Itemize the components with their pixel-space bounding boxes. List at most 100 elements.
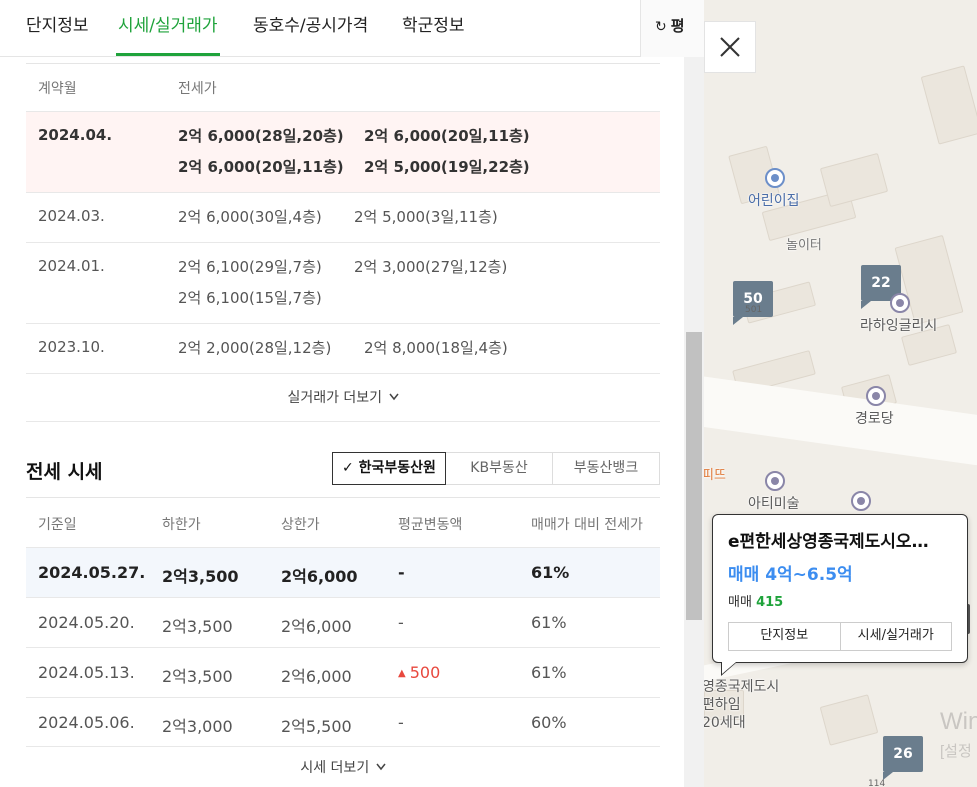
map-building bbox=[819, 152, 889, 208]
complex-label-line2: 편하임 bbox=[704, 697, 741, 713]
popup-count-value: 415 bbox=[756, 595, 784, 610]
contract-month: 2023.10. bbox=[38, 338, 105, 356]
table-row: 2024.05.20. 2억3,500 2억6,000 - 61% bbox=[26, 597, 660, 647]
pyeong-toggle-button[interactable]: ↻ 평 bbox=[640, 0, 704, 57]
low-price: 2억3,500 bbox=[162, 617, 233, 636]
header-base-date: 기준일 bbox=[38, 517, 77, 533]
source-tab-kab[interactable]: ✓ 한국부동산원 bbox=[332, 452, 446, 485]
more-transactions-label: 실거래가 더보기 bbox=[287, 390, 383, 406]
map-building bbox=[819, 694, 879, 746]
senior-center-poi-icon[interactable] bbox=[866, 386, 886, 406]
header-high-price: 상한가 bbox=[281, 517, 320, 533]
table-header: 계약월 전세가 bbox=[26, 63, 660, 111]
table-row: 2024.05.27. 2억3,500 2억6,000 - 61% bbox=[26, 547, 660, 597]
watermark-text: [설정 bbox=[940, 743, 972, 760]
popup-buttons: 단지정보 시세/실거래가 bbox=[728, 622, 952, 651]
header-avg-change: 평균변동액 bbox=[398, 517, 463, 533]
map-view[interactable]: 어린이집 놀이터 50 501 22 라하잉글리시 경로당 아티미술 피뜨 영종… bbox=[704, 0, 977, 787]
more-transactions-link[interactable]: 실거래가 더보기 bbox=[26, 373, 660, 422]
high-price: 2억6,000 bbox=[281, 617, 352, 636]
complex-label-line3: 20세대 bbox=[704, 715, 746, 731]
close-icon bbox=[720, 37, 740, 57]
section-title: 전세 시세 bbox=[26, 461, 103, 483]
daycare-poi-icon[interactable] bbox=[765, 168, 785, 188]
pyeong-label: 평 bbox=[670, 17, 685, 35]
low-price: 2억3,500 bbox=[162, 567, 239, 586]
tab-school-district[interactable]: 학군정보 bbox=[402, 0, 465, 56]
popup-price: 매매 4억~6.5억 bbox=[728, 565, 853, 585]
deal-entry: 2억 5,000(19일,22층) bbox=[364, 158, 530, 176]
high-price: 2억6,000 bbox=[281, 667, 352, 686]
refresh-icon: ↻ bbox=[655, 19, 667, 35]
popup-complex-info-button[interactable]: 단지정보 bbox=[729, 623, 840, 650]
deal-entry: 2억 6,000(30일,4층) bbox=[178, 208, 322, 226]
edge-label: 피뜨 bbox=[704, 468, 726, 483]
contract-month: 2024.03. bbox=[38, 207, 105, 225]
table-row: 2024.04. 2억 6,000(28일,20층) 2억 6,000(20일,… bbox=[26, 111, 660, 192]
tab-price-transactions[interactable]: 시세/실거래가 bbox=[116, 0, 220, 56]
chevron-down-icon bbox=[388, 393, 399, 401]
lahaing-label: 라하잉글리시 bbox=[860, 318, 938, 334]
price-ratio: 61% bbox=[531, 613, 567, 632]
deal-entry: 2억 6,100(15일,7층) bbox=[178, 289, 322, 307]
table-row: 2024.05.06. 2억3,000 2억5,500 - 60% bbox=[26, 697, 660, 747]
avg-change: - bbox=[398, 613, 404, 632]
deal-entry: 2억 8,000(18일,4층) bbox=[364, 339, 508, 357]
low-price: 2억3,000 bbox=[162, 717, 233, 736]
panel-scroll-area[interactable]: 계약월 전세가 2024.04. 2억 6,000(28일,20층) 2억 6,… bbox=[0, 57, 684, 787]
scrollbar[interactable] bbox=[684, 57, 704, 787]
more-price-link[interactable]: 시세 더보기 bbox=[26, 757, 660, 777]
playground-label: 놀이터 bbox=[786, 238, 822, 253]
popup-price-button[interactable]: 시세/실거래가 bbox=[839, 623, 951, 650]
deal-entry: 2억 6,000(20일,11층) bbox=[178, 158, 344, 176]
senior-center-label: 경로당 bbox=[855, 411, 894, 427]
source-tab-kb[interactable]: KB부동산 bbox=[445, 452, 553, 485]
detail-panel: 단지정보 시세/실거래가 동호수/공시가격 학군정보 ↻ 평 계약월 전세가 20… bbox=[0, 0, 704, 787]
base-date: 2024.05.20. bbox=[38, 613, 135, 632]
deal-entry: 2억 6,000(20일,11층) bbox=[364, 127, 530, 145]
header-ratio: 매매가 대비 전세가 bbox=[531, 517, 643, 533]
tab-units-official-price[interactable]: 동호수/공시가격 bbox=[253, 0, 368, 56]
watermark-text: Win bbox=[940, 708, 977, 735]
deal-entry: 2억 2,000(28일,12층) bbox=[178, 339, 332, 357]
source-tab-bank[interactable]: 부동산뱅크 bbox=[552, 452, 660, 485]
table-header: 기준일 하한가 상한가 평균변동액 매매가 대비 전세가 bbox=[26, 497, 660, 547]
complex-label-line1: 영종국제도시 bbox=[704, 679, 780, 695]
table-row: 2023.10. 2억 2,000(28일,12층) 2억 8,000(18일,… bbox=[26, 323, 660, 373]
tab-complex-info[interactable]: 단지정보 bbox=[26, 0, 89, 56]
complex-marker-sub: 114 bbox=[868, 779, 886, 787]
base-date: 2024.05.06. bbox=[38, 713, 135, 732]
check-icon: ✓ bbox=[342, 460, 354, 476]
popup-count: 매매 415 bbox=[728, 591, 952, 610]
more-price-label: 시세 더보기 bbox=[300, 760, 370, 776]
avg-change: - bbox=[398, 713, 404, 732]
header-contract-month: 계약월 bbox=[38, 81, 77, 97]
close-button[interactable] bbox=[704, 21, 756, 73]
table-row: 2024.03. 2억 6,000(30일,4층) 2억 5,000(3일,11… bbox=[26, 192, 660, 242]
map-building bbox=[920, 65, 977, 145]
popup-title[interactable]: e편한세상영종국제도시오… bbox=[728, 527, 952, 552]
map-road bbox=[704, 371, 977, 469]
price-ratio: 61% bbox=[531, 563, 570, 582]
avg-change-value: 500 bbox=[409, 663, 441, 682]
deal-entry: 2억 6,000(28일,20층) bbox=[178, 127, 344, 145]
poi-icon[interactable] bbox=[851, 491, 871, 511]
academy-poi-icon[interactable] bbox=[890, 293, 910, 313]
deal-entry: 2억 5,000(3일,11층) bbox=[354, 208, 498, 226]
price-ratio: 60% bbox=[531, 713, 567, 732]
contract-month: 2024.01. bbox=[38, 257, 105, 275]
up-arrow-icon: ▲ bbox=[398, 668, 406, 679]
high-price: 2억6,000 bbox=[281, 567, 358, 586]
source-tab-label: 한국부동산원 bbox=[358, 460, 436, 476]
complex-marker[interactable]: 26 bbox=[883, 736, 923, 780]
price-ratio: 61% bbox=[531, 663, 567, 682]
complex-popup-card[interactable]: e편한세상영종국제도시오… 매매 4억~6.5억 매매 415 단지정보 시세/… bbox=[712, 514, 968, 676]
daycare-label: 어린이집 bbox=[748, 193, 800, 209]
art-school-poi-icon[interactable] bbox=[765, 471, 785, 491]
avg-change: - bbox=[398, 563, 405, 582]
scrollbar-thumb[interactable] bbox=[686, 332, 702, 620]
avg-change: ▲ 500 bbox=[398, 663, 440, 682]
base-date: 2024.05.27. bbox=[38, 563, 146, 582]
tab-bar: 단지정보 시세/실거래가 동호수/공시가격 학군정보 ↻ 평 bbox=[0, 0, 704, 57]
table-row: 2024.05.13. 2억3,500 2억6,000 ▲ 500 61% bbox=[26, 647, 660, 697]
